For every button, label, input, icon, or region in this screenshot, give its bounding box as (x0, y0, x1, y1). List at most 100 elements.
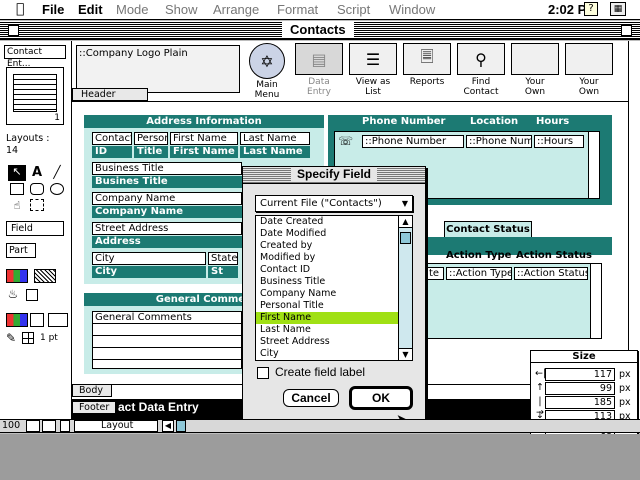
last-name-field[interactable]: Last Name (240, 132, 310, 145)
tab-contact-status[interactable]: Contact Status (444, 221, 532, 238)
your-own-button-2[interactable]: Your Own (562, 43, 616, 97)
zoom-box-icon[interactable] (621, 25, 632, 36)
footer-part-tab[interactable]: Footer (72, 401, 116, 414)
city-field[interactable]: City (92, 252, 206, 265)
button-tool-icon[interactable]: ☝ (10, 199, 24, 212)
field-list-item[interactable]: Last Name (256, 324, 398, 336)
field-list-item[interactable]: City (256, 348, 398, 360)
menu-show[interactable]: Show (165, 2, 198, 17)
create-field-label-checkbox[interactable] (257, 367, 269, 379)
scroll-left-arrow-icon[interactable]: ◀ (162, 420, 174, 432)
fill-color-icon[interactable] (6, 269, 28, 283)
close-box-icon[interactable] (8, 25, 19, 36)
company-name-field[interactable]: Company Name (92, 192, 242, 205)
scroll-thumb[interactable] (400, 232, 411, 244)
field-list-item[interactable]: Modified by (256, 252, 398, 264)
your-own-button-1[interactable]: Your Own (508, 43, 562, 97)
last-name-label: Last Name (240, 146, 310, 158)
rectangle-tool-icon[interactable] (10, 183, 24, 195)
text-tool-icon[interactable]: A (28, 165, 46, 181)
header-part-tab[interactable]: Header (72, 88, 148, 101)
phone-hours-field[interactable]: ::Hours (534, 135, 584, 148)
field-list-item[interactable]: Personal Title (256, 300, 398, 312)
person-field[interactable]: Person (134, 132, 168, 145)
field-list-scrollbar[interactable]: ▲ ▼ (398, 216, 412, 360)
phone-number-field[interactable]: ::Phone Number (362, 135, 464, 148)
menu-script[interactable]: Script (337, 2, 370, 17)
field-list-item[interactable]: First Name (256, 312, 398, 324)
field-list-item[interactable]: Company Name (256, 288, 398, 300)
your-own-label-2: Your Own (578, 77, 600, 97)
general-comments-field[interactable]: General Comments (92, 311, 242, 369)
oval-tool-icon[interactable] (50, 183, 64, 195)
phone-portal-scrollbar[interactable] (588, 131, 600, 199)
pen-pattern-icon[interactable] (30, 313, 44, 327)
fill-bucket-icon[interactable]: ♨ (6, 287, 20, 301)
state-field[interactable]: State (208, 252, 238, 265)
size-value-field[interactable]: 185 (545, 396, 615, 409)
pointer-tool-icon[interactable]: ↖ (8, 165, 26, 181)
street-address-field[interactable]: Street Address (92, 222, 242, 235)
field-tool[interactable]: Field (6, 221, 64, 236)
phone-location-field[interactable]: ::Phone Num (466, 135, 532, 148)
reports-button[interactable]: 🗏 Reports (400, 43, 454, 87)
portal-tool-icon[interactable] (30, 199, 44, 211)
layout-popup[interactable]: Contact Ent... (4, 45, 66, 69)
menu-arrange[interactable]: Arrange (213, 2, 259, 17)
dialog-title-bar[interactable]: Specify Field (243, 167, 425, 184)
blank-button-icon (511, 43, 559, 75)
data-entry-button[interactable]: ▤ Data Entry (292, 43, 346, 97)
zoom-out-icon[interactable] (26, 420, 40, 432)
action-date-field[interactable]: te (426, 267, 444, 280)
menu-mode[interactable]: Mode (116, 2, 149, 17)
scroll-down-arrow-icon[interactable]: ▼ (399, 348, 412, 360)
menu-format[interactable]: Format (277, 2, 318, 17)
line-width-popup-icon[interactable] (48, 313, 68, 327)
menu-edit[interactable]: Edit (78, 2, 103, 17)
action-portal-scrollbar[interactable] (590, 263, 602, 339)
field-list-item[interactable]: Date Modified (256, 228, 398, 240)
rounded-rect-tool-icon[interactable] (30, 183, 44, 195)
menu-file[interactable]: File (42, 2, 64, 17)
field-list-item[interactable]: Business Title (256, 276, 398, 288)
field-list[interactable]: Date Created Date Modified Created by Modif… (255, 215, 413, 361)
size-value-field[interactable]: 99 (545, 382, 615, 395)
zoom-in-icon[interactable] (42, 420, 56, 432)
line-tool-icon[interactable]: ╱ (48, 165, 66, 181)
field-list-item[interactable]: Date Created (256, 216, 398, 228)
action-type-field[interactable]: ::Action Type (446, 267, 512, 280)
field-list-item[interactable]: Contact ID (256, 264, 398, 276)
filemaker-app-icon[interactable]: ▦ (610, 2, 626, 16)
field-list-item[interactable]: Street Address (256, 336, 398, 348)
contact-field[interactable]: Contact (92, 132, 132, 145)
fill-swatch-icon[interactable] (26, 289, 38, 301)
ok-button[interactable]: OK (349, 386, 413, 410)
field-list-item[interactable]: Created by (256, 240, 398, 252)
main-menu-label: Main Menu (254, 80, 280, 100)
body-part-tab[interactable]: Body (72, 384, 112, 397)
business-title-field[interactable]: Business Title (92, 162, 242, 175)
book-icon[interactable]: 1 (6, 67, 64, 125)
apple-menu-icon[interactable]:  (16, 1, 24, 17)
part-tool[interactable]: Part (6, 243, 36, 258)
first-name-field[interactable]: First Name (170, 132, 238, 145)
horizontal-scroll-thumb[interactable] (176, 420, 186, 432)
pen-icon[interactable]: ✎ (6, 331, 16, 345)
find-contact-button[interactable]: ⚲ Find Contact (454, 43, 508, 97)
size-value-field[interactable]: 117 (545, 368, 615, 381)
fill-pattern-icon[interactable] (34, 269, 56, 283)
mode-popup[interactable]: Layout (74, 420, 158, 432)
logo-placeholder[interactable]: ::Company Logo Plain (76, 45, 240, 93)
action-status-field[interactable]: ::Action Status (514, 267, 588, 280)
menu-window[interactable]: Window (389, 2, 435, 17)
size-palette-title[interactable]: Size (531, 351, 637, 363)
cancel-button[interactable]: Cancel (283, 389, 339, 407)
file-popup[interactable]: Current File ("Contacts") ▼ (255, 195, 413, 212)
pen-color-icon[interactable] (6, 313, 28, 327)
main-menu-button[interactable]: ✡ Main Menu (240, 43, 294, 100)
view-as-list-button[interactable]: ☰ View as List (346, 43, 400, 97)
scroll-up-arrow-icon[interactable]: ▲ (399, 216, 412, 228)
grid-icon[interactable] (22, 332, 34, 344)
status-toggle-icon[interactable] (60, 420, 70, 432)
help-icon[interactable]: ? (584, 2, 598, 16)
